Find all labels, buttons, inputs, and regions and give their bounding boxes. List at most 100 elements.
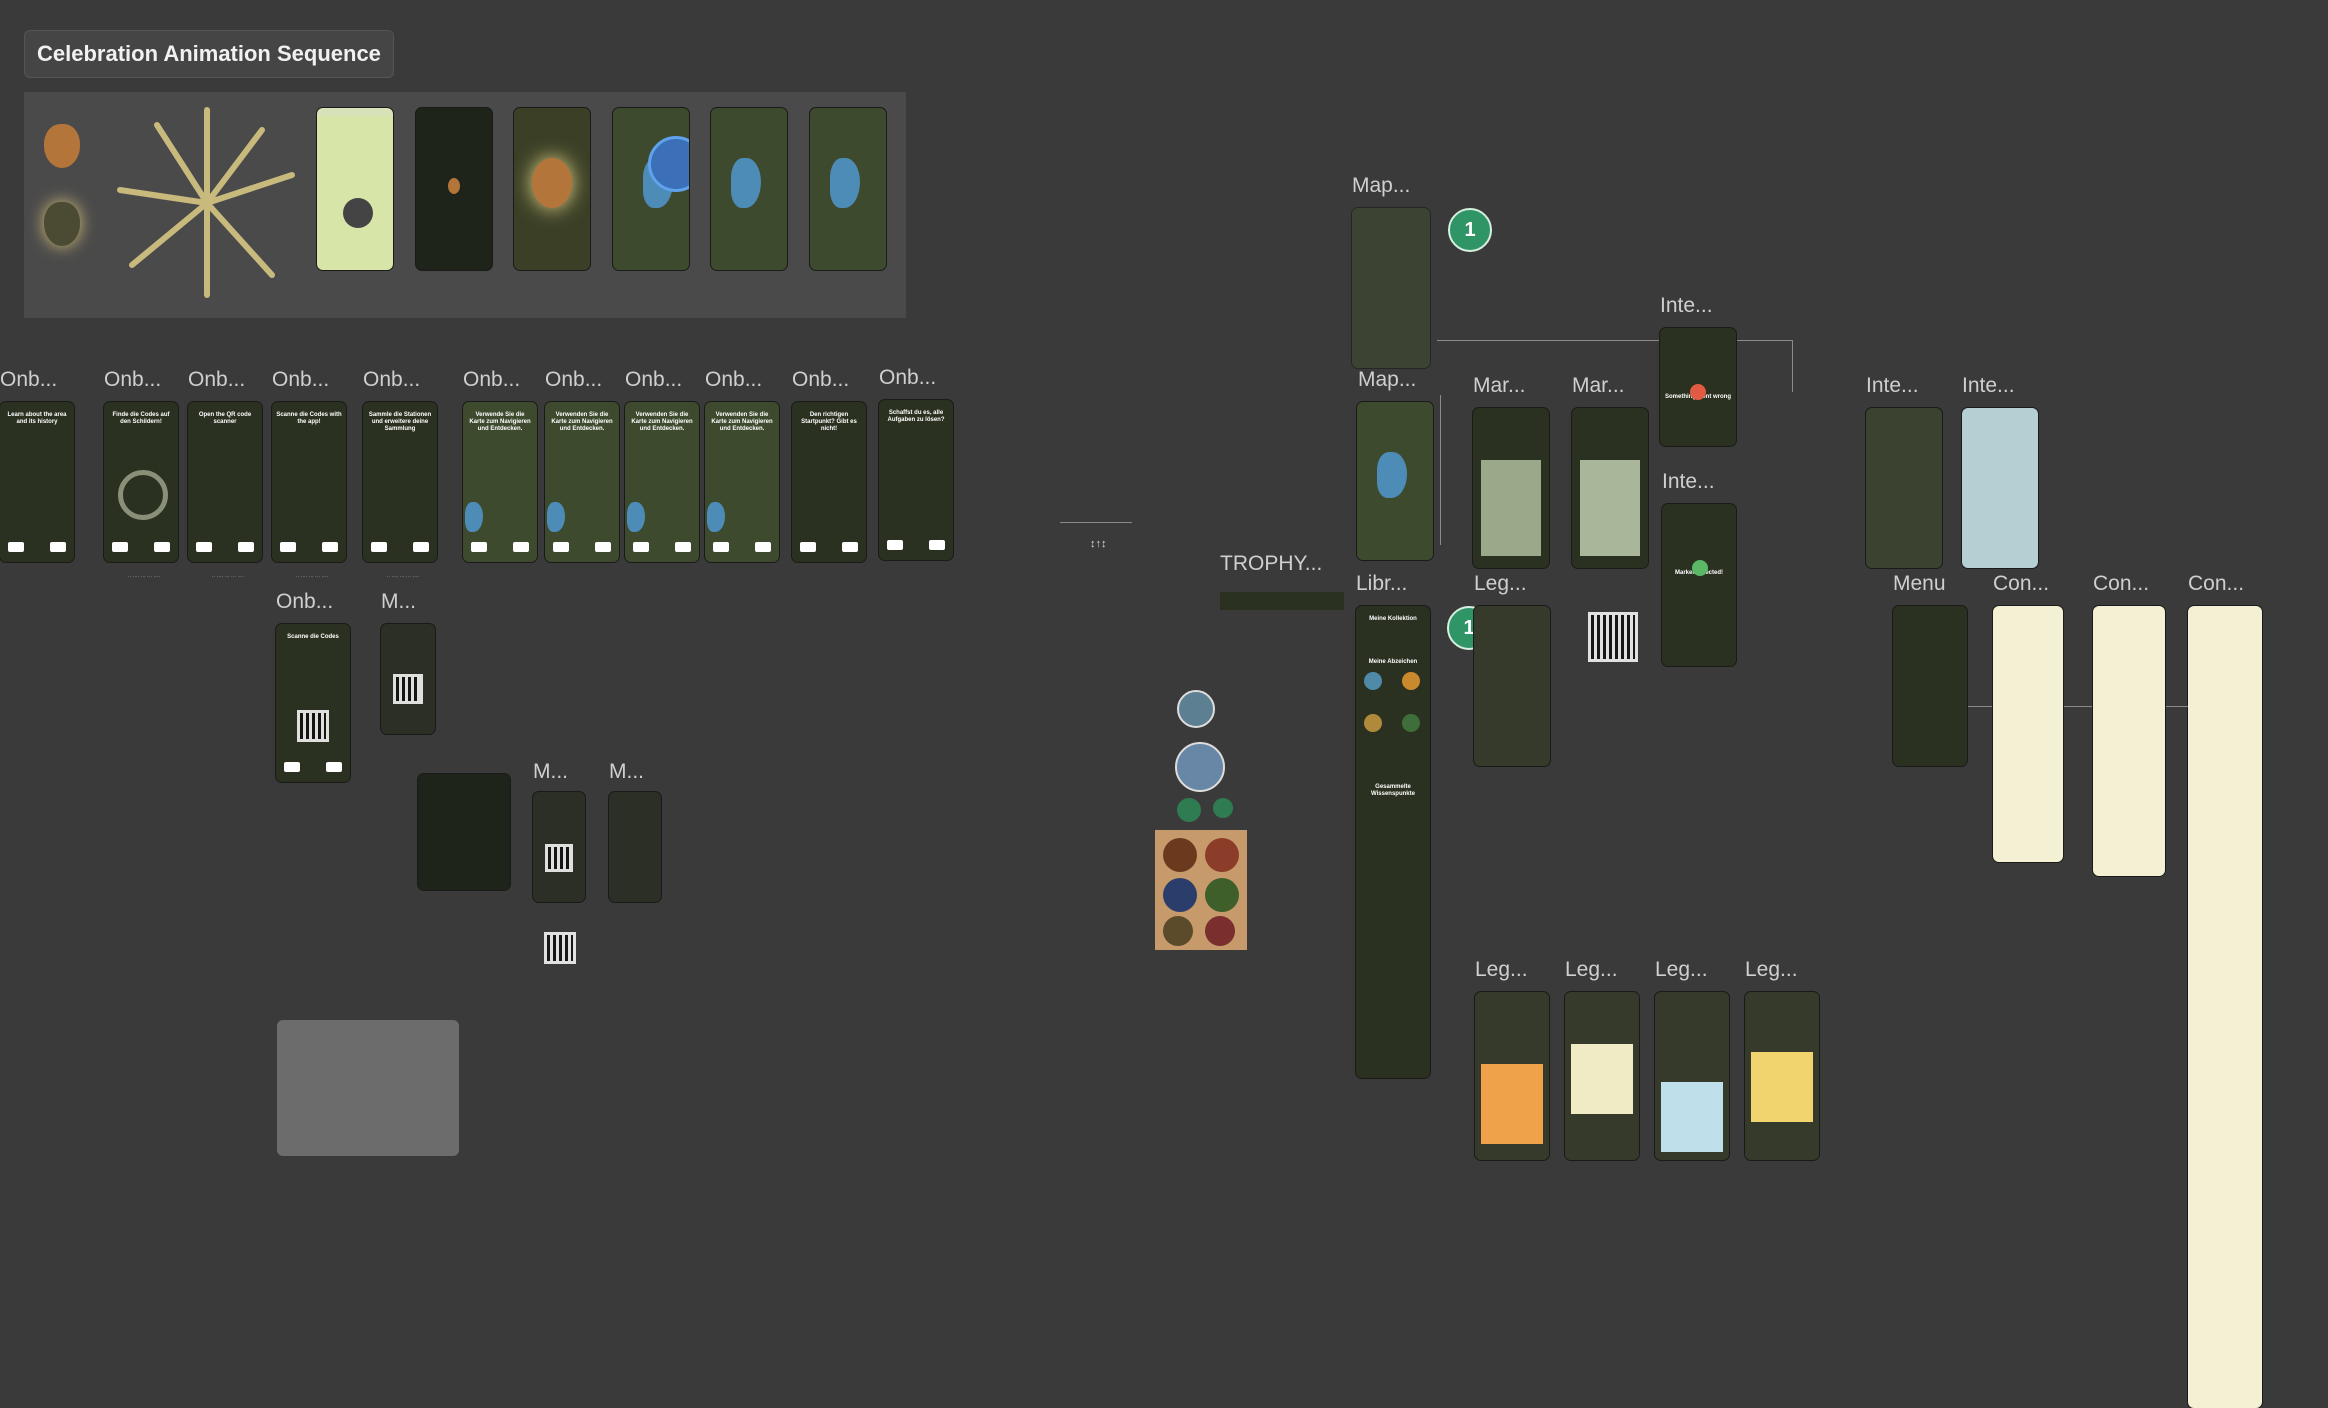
legend-frame[interactable] [1745, 992, 1819, 1160]
onboarding-frame-5[interactable]: Sammle die Stationen und erweitere deine… [363, 402, 437, 562]
celebration-frame-2[interactable] [416, 108, 492, 270]
map-label[interactable]: Map... [1358, 368, 1416, 392]
badge-icon[interactable] [1177, 798, 1201, 822]
mockup-label[interactable]: M... [381, 590, 416, 614]
badge-icon[interactable] [1213, 798, 1233, 818]
interaction-label[interactable]: Inte... [1660, 294, 1713, 318]
camera-preview [1580, 460, 1640, 556]
scanner-frame[interactable]: Scanne die Codes [276, 624, 350, 782]
blank-frame[interactable] [609, 792, 661, 902]
badge-sheet[interactable] [1155, 830, 1247, 950]
onboarding-label[interactable]: Onb... [625, 368, 682, 392]
legend-label[interactable]: Leg... [1474, 572, 1527, 596]
error-frame[interactable]: Something went wrong [1660, 328, 1736, 446]
mockup-label[interactable]: M... [533, 760, 568, 784]
interaction-label[interactable]: Inte... [1962, 374, 2015, 398]
success-frame[interactable]: Marker detected! [1662, 504, 1736, 666]
placeholder-rectangle[interactable] [277, 1020, 459, 1156]
map-frame-1[interactable] [1352, 208, 1430, 368]
onboarding-label[interactable]: Onb... [545, 368, 602, 392]
badge-icon[interactable] [1175, 742, 1225, 792]
onboarding-frame-11[interactable]: Schaffst du es, alle Aufgaben zu lösen? [879, 400, 953, 560]
interaction-label[interactable]: Inte... [1662, 470, 1715, 494]
onboarding-frame-2[interactable]: Finde die Codes auf den Schildern! [104, 402, 178, 562]
small-annotation: ↕↑↕ [1090, 538, 1107, 550]
camera-preview [1481, 460, 1541, 556]
marker-frame-2[interactable] [1572, 408, 1648, 568]
qr-code-icon[interactable] [544, 932, 576, 964]
legend-frame[interactable] [1475, 992, 1549, 1160]
content-label[interactable]: Con... [2093, 572, 2149, 596]
light-burst-icon [117, 107, 295, 298]
onboarding-label[interactable]: Onb... [272, 368, 329, 392]
content-frame-1[interactable] [1993, 606, 2063, 862]
onboarding-frame-10[interactable]: Den richtigen Startpunkt? Gibt es nicht! [792, 402, 866, 562]
badge-icon[interactable] [1177, 690, 1215, 728]
onboarding-label[interactable]: Onb... [705, 368, 762, 392]
section-title[interactable]: Celebration Animation Sequence [24, 30, 394, 78]
onboarding-frame-7[interactable]: Verwenden Sie die Karte zum Navigieren u… [545, 402, 619, 562]
qr-code-icon [297, 710, 329, 742]
onboarding-label[interactable]: Onb... [363, 368, 420, 392]
frame-caption: ·· ···· ··· ··· ···· [295, 574, 329, 580]
onboarding-label[interactable]: Onb... [879, 366, 936, 390]
interaction-label[interactable]: Inte... [1866, 374, 1919, 398]
check-icon [1692, 560, 1708, 576]
onboarding-label[interactable]: Onb... [188, 368, 245, 392]
map-label[interactable]: Map... [1352, 174, 1410, 198]
celebration-frame-6[interactable] [810, 108, 886, 270]
library-frame[interactable]: Meine Kollektion Meine Abzeichen Gesamme… [1356, 606, 1430, 1078]
onboarding-label[interactable]: Onb... [104, 368, 161, 392]
legend-frame[interactable] [1474, 606, 1550, 766]
onboarding-frame-6[interactable]: Verwende Sie die Karte zum Navigieren un… [463, 402, 537, 562]
interaction-frame-2[interactable] [1962, 408, 2038, 568]
content-frame-2[interactable] [2093, 606, 2165, 876]
content-label[interactable]: Con... [1993, 572, 2049, 596]
legend-label[interactable]: Leg... [1655, 958, 1708, 982]
legend-label[interactable]: Leg... [1475, 958, 1528, 982]
onboarding-frame-9[interactable]: Verwenden Sie die Karte zum Navigieren u… [705, 402, 779, 562]
bird-icon [343, 198, 373, 228]
frame-caption: ·· ···· ··· ··· ···· [127, 574, 161, 580]
celebration-frame-3[interactable] [514, 108, 590, 270]
legend-frame[interactable] [1655, 992, 1729, 1160]
legend-frame[interactable] [1565, 992, 1639, 1160]
mockup-label[interactable]: M... [609, 760, 644, 784]
onboarding-label[interactable]: Onb... [463, 368, 520, 392]
marker-label[interactable]: Mar... [1473, 374, 1526, 398]
map-frame-2[interactable] [1357, 402, 1433, 560]
onboarding-frame-1[interactable]: Learn about the area and its history [0, 402, 74, 562]
qr-frame[interactable] [533, 792, 585, 902]
legend-label[interactable]: Leg... [1565, 958, 1618, 982]
onboarding-frame-8[interactable]: Verwenden Sie die Karte zum Navigieren u… [625, 402, 699, 562]
acorn-icon [44, 124, 80, 168]
onboarding-frame-4[interactable]: Scanne die Codes with the app! [272, 402, 346, 562]
frame-caption: ·· ···· ··· ··· ···· [386, 574, 420, 580]
step-badge[interactable]: 1 [1448, 208, 1492, 252]
qr-code-icon[interactable] [1588, 612, 1638, 662]
trophy-thumbnail[interactable] [1220, 592, 1344, 610]
onboarding-label[interactable]: Onb... [792, 368, 849, 392]
marker-frame-1[interactable] [1473, 408, 1549, 568]
menu-frame[interactable] [1893, 606, 1967, 766]
qr-code-icon [393, 674, 423, 704]
design-canvas[interactable]: Celebration Animation Sequence Onb... On… [0, 0, 2328, 1408]
acorn-icon [448, 178, 460, 194]
menu-label[interactable]: Menu [1893, 572, 1946, 596]
trophy-label[interactable]: TROPHY... [1220, 552, 1322, 576]
acorn-icon [532, 158, 572, 208]
celebration-frame-5[interactable] [711, 108, 787, 270]
content-frame-3[interactable] [2188, 606, 2262, 1408]
qr-frame[interactable] [381, 624, 435, 734]
onboarding-label[interactable]: Onb... [276, 590, 333, 614]
celebration-frame-1[interactable] [317, 108, 393, 270]
content-label[interactable]: Con... [2188, 572, 2244, 596]
interaction-frame-1[interactable] [1866, 408, 1942, 568]
legend-label[interactable]: Leg... [1745, 958, 1798, 982]
map-thumbnail[interactable] [418, 774, 510, 890]
celebration-frame-4[interactable] [613, 108, 689, 270]
library-label[interactable]: Libr... [1356, 572, 1407, 596]
onboarding-frame-3[interactable]: Open the QR code scanner [188, 402, 262, 562]
marker-label[interactable]: Mar... [1572, 374, 1625, 398]
onboarding-label[interactable]: Onb... [0, 368, 57, 392]
